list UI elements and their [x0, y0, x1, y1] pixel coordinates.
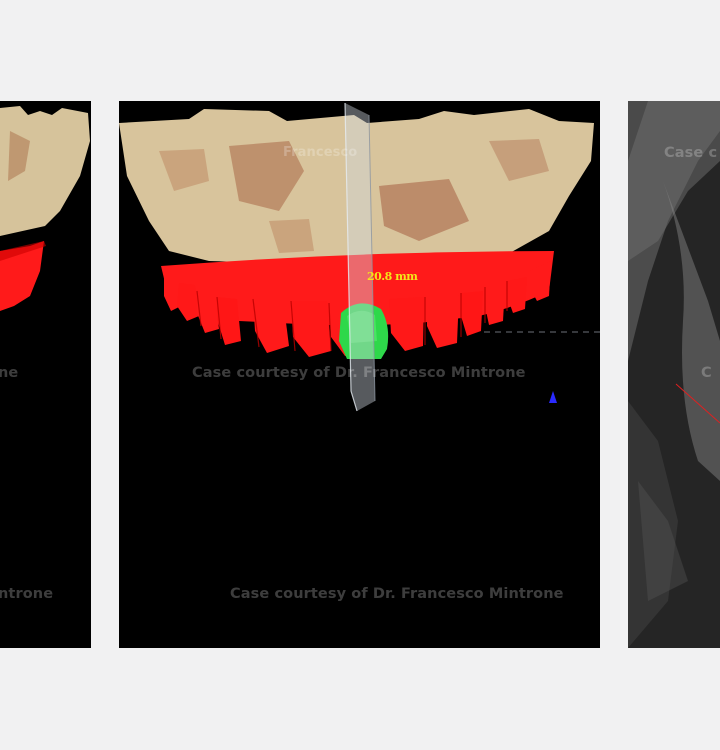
watermark-text: C: [701, 365, 712, 381]
watermark-text: ne: [0, 365, 19, 381]
watermark-text: Case c: [664, 145, 718, 161]
watermark-text: Francesco: [283, 145, 358, 160]
measurement-label: 20.8 mm: [367, 270, 418, 283]
watermark-text: Case courtesy of Dr. Francesco Mintrone: [192, 365, 526, 381]
carousel-slide-active[interactable]: 20.8 mm Francesco Case courtesy of Dr. F…: [119, 101, 600, 648]
watermark-text: ntrone: [0, 586, 54, 602]
image-carousel: ne ntrone 20.8 mm Francesco Case courtes…: [0, 0, 720, 750]
carousel-slide-next[interactable]: Case c C: [628, 101, 720, 648]
watermark-text: Case courtesy of Dr. Francesco Mintrone: [230, 586, 564, 602]
carousel-slide-previous[interactable]: ne ntrone: [0, 101, 91, 648]
